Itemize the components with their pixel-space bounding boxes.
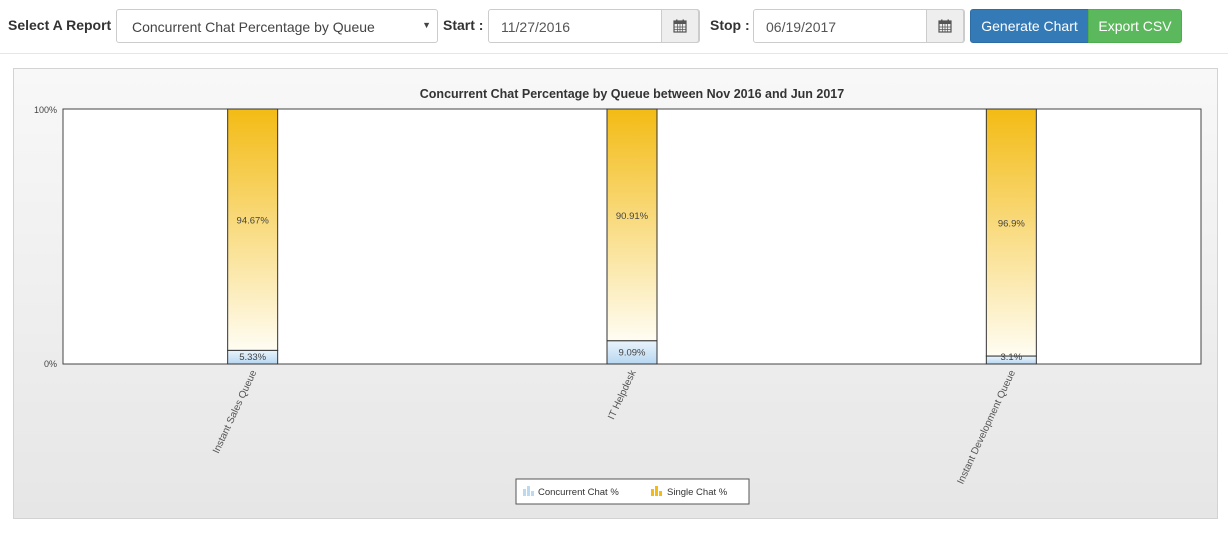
y-tick-label: 0% [44, 359, 57, 369]
legend-label-single: Single Chat % [667, 487, 728, 498]
y-tick-label: 100% [34, 105, 57, 115]
data-label: 90.91% [616, 211, 649, 222]
legend-item-concurrent[interactable]: Concurrent Chat % [523, 486, 619, 498]
x-tick-label: Instant Sales Queue [211, 368, 259, 455]
data-label: 5.33% [239, 352, 266, 363]
data-label: 96.9% [998, 219, 1025, 230]
data-label: 94.67% [237, 216, 270, 227]
x-tick-label: IT Helpdesk [606, 368, 639, 422]
bar-single-chat[interactable] [606, 108, 658, 342]
stacked-bar-chart: Concurrent Chat Percentage by Queue betw… [34, 87, 1202, 505]
data-label: 3.1% [1001, 352, 1023, 363]
bar-single-chat[interactable] [985, 108, 1037, 357]
chart-title: Concurrent Chat Percentage by Queue betw… [420, 87, 844, 101]
x-tick-label: Instant Development Queue [955, 368, 1018, 486]
bar-single-chat[interactable] [227, 108, 279, 351]
data-label: 9.09% [619, 347, 646, 358]
legend-label-concurrent: Concurrent Chat % [538, 487, 619, 498]
